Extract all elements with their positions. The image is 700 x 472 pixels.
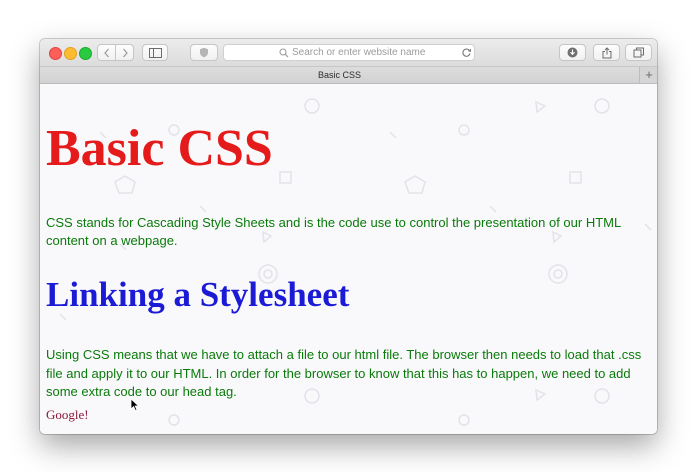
forward-button[interactable] [115, 44, 134, 61]
body-paragraph: Using CSS means that we have to attach a… [46, 347, 642, 399]
show-sidebar-button[interactable] [142, 44, 168, 61]
browser-toolbar: Search or enter website name [40, 39, 657, 67]
back-button[interactable] [97, 44, 116, 61]
tab-basic-css[interactable]: Basic CSS [40, 67, 640, 83]
search-icon [279, 48, 289, 58]
minimize-window-button[interactable] [64, 47, 77, 60]
new-tab-button[interactable]: + [641, 67, 657, 83]
address-bar[interactable]: Search or enter website name [223, 44, 475, 61]
close-window-button[interactable] [49, 47, 62, 60]
shield-icon [200, 47, 208, 58]
page-heading: Basic CSS [46, 120, 273, 177]
reload-icon[interactable] [461, 47, 472, 58]
tab-overview-button[interactable] [625, 44, 652, 61]
tab-bar: Basic CSS + [40, 67, 657, 84]
privacy-report-button[interactable] [190, 44, 218, 61]
browser-window: Search or enter website name Basic CSS + [40, 39, 657, 434]
tabs-overview-icon [633, 47, 644, 58]
maximize-window-button[interactable] [79, 47, 92, 60]
page-content: Basic CSS CSS stands for Cascading Style… [40, 84, 657, 434]
chevron-left-icon [103, 48, 109, 57]
mouse-pointer-icon [130, 398, 140, 412]
sidebar-icon [148, 47, 162, 58]
google-link[interactable]: Google! [46, 407, 89, 423]
chevron-right-icon [122, 48, 128, 57]
section-heading: Linking a Stylesheet [46, 275, 350, 314]
address-placeholder: Search or enter website name [292, 47, 426, 58]
downloads-button[interactable] [559, 44, 586, 61]
intro-paragraph: CSS stands for Cascading Style Sheets an… [46, 215, 621, 248]
share-button[interactable] [593, 44, 620, 61]
download-icon [567, 47, 578, 58]
share-icon [602, 46, 611, 58]
